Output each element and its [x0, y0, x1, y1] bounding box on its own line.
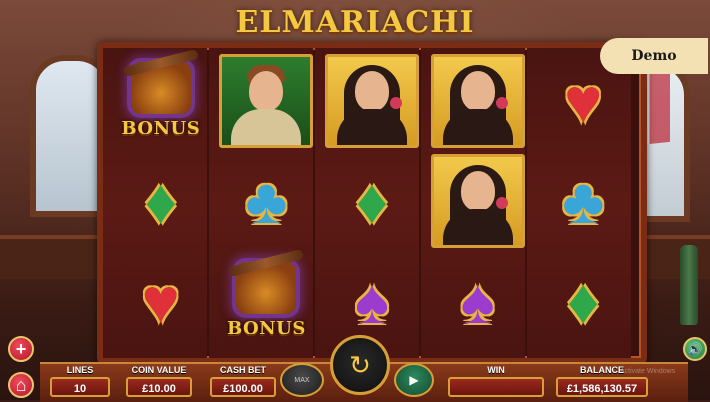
reel-cell: ♦ [530, 251, 636, 351]
reel-cell: ♥ [108, 251, 214, 351]
heart-icon: ♥ [141, 265, 180, 337]
spin-icon: ↻ [349, 349, 371, 380]
win-field: WIN [448, 364, 544, 397]
club-icon: ♣ [245, 165, 288, 237]
reel-cell [425, 51, 531, 151]
mariachi-man-symbol [219, 54, 314, 148]
game-logo: ELMARIACHI [236, 0, 473, 44]
diamond-icon: ♦ [144, 165, 178, 237]
max-bet-button[interactable]: MAX [280, 363, 324, 397]
win-label: WIN [487, 365, 505, 375]
spin-cluster: MAX ↻ ▶ [280, 335, 434, 400]
heart-icon: ♥ [564, 65, 603, 137]
coin-value-field[interactable]: COIN VALUE £10.00 [126, 364, 192, 397]
diamond-icon: ♦ [566, 265, 600, 337]
coin-value[interactable]: £10.00 [126, 377, 192, 397]
reel-cell: ♣ [530, 151, 636, 251]
senorita-symbol [430, 54, 525, 148]
reel-cell: ♠ [425, 251, 531, 351]
plus-icon: + [15, 338, 27, 359]
rose-icon [495, 197, 508, 209]
play-icon: ▶ [409, 373, 419, 387]
bonus-label: BONUS [121, 118, 201, 139]
speaker-icon: 🔊 [687, 342, 703, 356]
max-bet-label: MAX [294, 376, 310, 384]
cash-bet-field[interactable]: CASH BET £100.00 [210, 364, 276, 397]
lines-field[interactable]: LINES 10 [50, 364, 110, 397]
spade-icon: ♠ [460, 265, 495, 337]
table-left [0, 235, 100, 279]
reel-cell: ♦ [319, 151, 425, 251]
plus-button[interactable]: + [8, 336, 34, 362]
bottle [680, 245, 698, 325]
lines-label: LINES [66, 365, 94, 375]
reel-cell: ♦ [108, 151, 214, 251]
reel-cell: BONUS [108, 48, 214, 151]
cash-bet-value[interactable]: £100.00 [210, 377, 276, 397]
diamond-icon: ♦ [355, 165, 389, 237]
senorita-symbol [324, 54, 419, 148]
autoplay-button[interactable]: ▶ [394, 363, 434, 397]
cash-bet-label: CASH BET [219, 365, 266, 375]
reel-grid: BONUS ♥ ♦ ♣ ♦ ♣ ♥ BONUS ♠ ♠ ♦ [108, 48, 636, 351]
spin-button[interactable]: ↻ [330, 335, 390, 395]
senorita-symbol [430, 154, 525, 248]
rose-icon [495, 97, 508, 109]
home-icon: ⌂ [15, 374, 27, 395]
reel-cell: ♣ [214, 151, 320, 251]
spade-icon: ♠ [354, 265, 389, 337]
sound-button[interactable]: 🔊 [683, 337, 707, 361]
watermark: Activate Windows [620, 368, 676, 375]
balance-value: £1,586,130.57 [556, 377, 648, 397]
reel-cell [214, 51, 320, 151]
reel-frame: BONUS ♥ ♦ ♣ ♦ ♣ ♥ BONUS ♠ ♠ ♦ [97, 42, 647, 364]
lines-value[interactable]: 10 [50, 377, 110, 397]
demo-badge[interactable]: Demo [600, 38, 708, 74]
coin-value-label: COIN VALUE [131, 365, 187, 375]
home-button[interactable]: ⌂ [8, 372, 34, 398]
win-value [448, 377, 544, 397]
reel-cell [319, 51, 425, 151]
bonus-symbol: BONUS [218, 248, 314, 346]
club-icon: ♣ [562, 165, 605, 237]
rose-icon [389, 97, 402, 109]
reel-cell [425, 151, 531, 251]
bonus-symbol: BONUS [113, 48, 209, 146]
